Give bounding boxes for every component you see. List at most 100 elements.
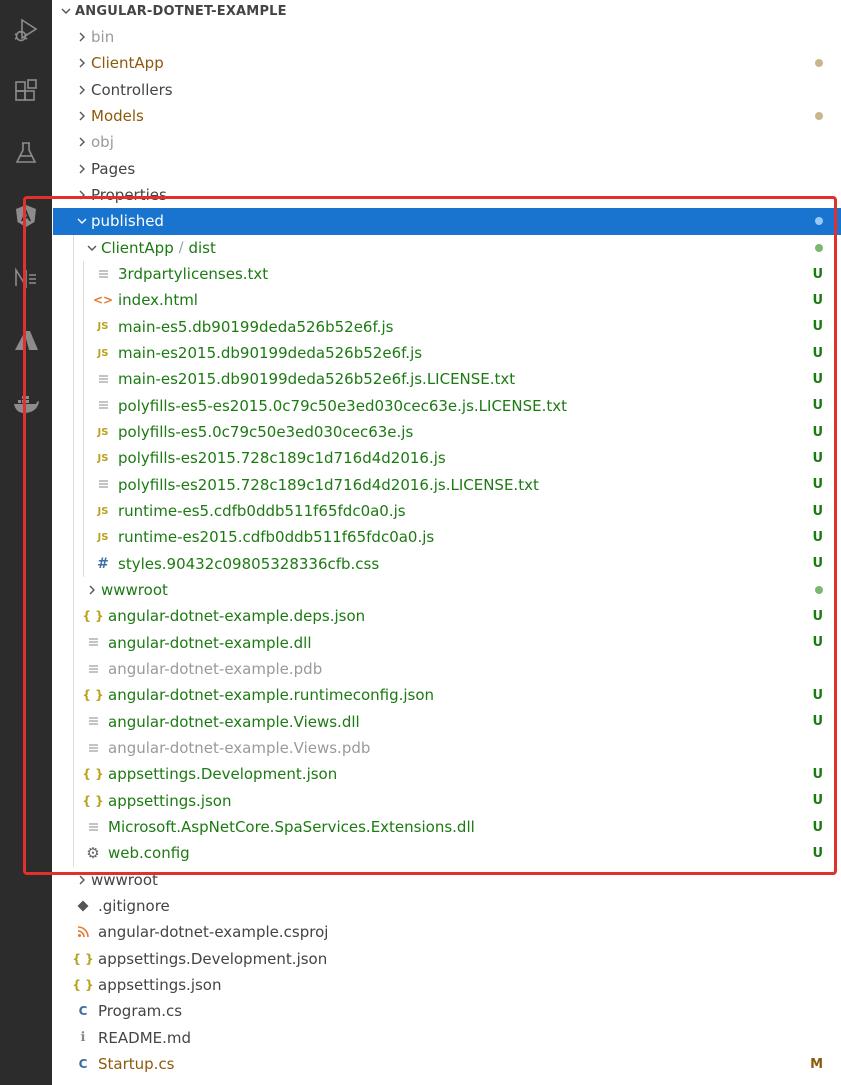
tree-item-label: polyfills-es2015.728c189c1d716d4d2016.js… (118, 475, 539, 494)
tree-item-label: index.html (118, 291, 198, 310)
tree-file-angular-dotnet-example-views-pdb[interactable]: angular-dotnet-example.Views.pdb (53, 735, 841, 761)
extensions-icon[interactable] (0, 72, 52, 112)
tree-file-angular-dotnet-example-pdb[interactable]: angular-dotnet-example.pdb (53, 656, 841, 682)
tree-file-program-cs[interactable]: C Program.cs (53, 998, 841, 1024)
tree-item-label: angular-dotnet-example.runtimeconfig.jso… (108, 686, 435, 705)
angular-icon[interactable] (0, 196, 52, 236)
tree-item-label: Models (91, 107, 144, 126)
tree-item-label: 3rdpartylicenses.txt (118, 265, 269, 284)
tree-file-angular-dotnet-example-views-dll[interactable]: angular-dotnet-example.Views.dll U (53, 709, 841, 735)
text-file-icon (85, 716, 101, 727)
text-file-icon (85, 637, 101, 648)
run-debug-icon[interactable] (0, 10, 52, 50)
tree-file-web-config[interactable]: ⚙ web.config U (53, 840, 841, 866)
tree-file-index-html[interactable]: <> index.html U (53, 287, 841, 313)
git-status-badge: U (812, 714, 823, 730)
text-file-icon (95, 269, 111, 280)
text-file-icon (85, 822, 101, 833)
azure-icon[interactable] (0, 321, 52, 361)
explorer-root-folder[interactable]: ANGULAR-DOTNET-EXAMPLE (53, 0, 841, 24)
tree-file-polyfills-es5-es2015-0c79c50e3ed030cec63e-js-license-txt[interactable]: polyfills-es5-es2015.0c79c50e3ed030cec63… (53, 393, 841, 419)
tree-file-main-es2015-db90199deda526b52e6f-js-license-txt[interactable]: main-es2015.db90199deda526b52e6f.js.LICE… (53, 366, 841, 392)
tree-item-label: appsettings.Development.json (98, 949, 328, 968)
tree-file-runtime-es2015-cdfb0ddb511f65fdc0a0-js[interactable]: JS runtime-es2015.cdfb0ddb511f65fdc0a0.js… (53, 524, 841, 550)
git-status-badge: U (812, 845, 823, 861)
tree-item-label: angular-dotnet-example.Views.dll (108, 712, 360, 731)
tree-file-microsoft-aspnetcore-spaservices-extensions-dll[interactable]: Microsoft.AspNetCore.SpaServices.Extensi… (53, 814, 841, 840)
tree-file-appsettings-json[interactable]: { } appsettings.json U (53, 788, 841, 814)
tree-item-label: appsettings.json (98, 976, 222, 995)
tree-item-label: polyfills-es2015.728c189c1d716d4d2016.js (118, 449, 446, 468)
tree-folder-clientapp[interactable]: ClientApp (53, 50, 841, 76)
tree-file-appsettings-development-json[interactable]: { } appsettings.Development.json (53, 946, 841, 972)
text-file-icon (95, 479, 111, 490)
tree-file-angular-dotnet-example-deps-json[interactable]: { } angular-dotnet-example.deps.json U (53, 603, 841, 629)
tree-file-3rdpartylicenses-txt[interactable]: 3rdpartylicenses.txt U (53, 261, 841, 287)
tree-file-angular-dotnet-example-dll[interactable]: angular-dotnet-example.dll U (53, 630, 841, 656)
tree-folder-published[interactable]: published (53, 208, 841, 235)
git-status-dot (815, 103, 823, 129)
tree-file-styles-90432c09805328336cfb-css[interactable]: # styles.90432c09805328336cfb.css U (53, 551, 841, 577)
tree-file-main-es5-db90199deda526b52e6f-js[interactable]: JS main-es5.db90199deda526b52e6f.js U (53, 314, 841, 340)
git-status-badge: U (812, 766, 823, 782)
tree-file-runtime-es5-cdfb0ddb511f65fdc0a0-js[interactable]: JS runtime-es5.cdfb0ddb511f65fdc0a0.js U (53, 498, 841, 524)
csharp-file-icon: C (78, 1057, 88, 1072)
chevron-right-icon (75, 163, 89, 175)
tree-file-startup-cs[interactable]: C Startup.cs M (53, 1051, 841, 1077)
activity-bar (0, 0, 52, 1085)
tree-folder-obj[interactable]: obj (53, 129, 841, 155)
tree-folder-wwwroot[interactable]: wwwroot (53, 577, 841, 603)
tree-folder-clientapp[interactable]: ClientApp / dist (53, 235, 841, 261)
git-status-badge: U (812, 687, 823, 703)
docker-icon[interactable] (0, 384, 52, 424)
tree-file-polyfills-es2015-728c189c1d716d4d2016-js-license-txt[interactable]: polyfills-es2015.728c189c1d716d4d2016.js… (53, 472, 841, 498)
tree-folder-wwwroot[interactable]: wwwroot (53, 867, 841, 893)
tree-file-polyfills-es5-0c79c50e3ed030cec63e-js[interactable]: JS polyfills-es5.0c79c50e3ed030cec63e.js U (53, 419, 841, 445)
css-file-icon: # (97, 555, 109, 572)
tree-file-main-es2015-db90199deda526b52e6f-js[interactable]: JS main-es2015.db90199deda526b52e6f.js U (53, 340, 841, 366)
git-status-badge: U (812, 793, 823, 809)
chevron-down-icon (85, 242, 99, 254)
tree-item-label: wwwroot (91, 870, 158, 889)
git-status-badge: U (812, 398, 823, 414)
git-status-badge: U (812, 635, 823, 651)
tree-file-readme-md[interactable]: ℹ README.md (53, 1025, 841, 1051)
nuget-icon[interactable] (0, 258, 52, 298)
tree-item-label: runtime-es2015.cdfb0ddb511f65fdc0a0.js (118, 528, 435, 547)
explorer-root-label: ANGULAR-DOTNET-EXAMPLE (75, 3, 287, 19)
tree-folder-bin[interactable]: bin (53, 24, 841, 50)
tree-file-polyfills-es2015-728c189c1d716d4d2016-js[interactable]: JS polyfills-es2015.728c189c1d716d4d2016.… (53, 445, 841, 471)
tree-file-angular-dotnet-example-runtimeconfig-json[interactable]: { } angular-dotnet-example.runtimeconfig.… (53, 682, 841, 708)
tree-file-angular-dotnet-example-csproj[interactable]: angular-dotnet-example.csproj (53, 919, 841, 945)
tree-folder-controllers[interactable]: Controllers (53, 77, 841, 103)
chevron-down-icon (59, 5, 73, 17)
tree-file-gitignore[interactable]: .gitignore (53, 893, 841, 919)
git-icon (75, 900, 91, 912)
tree-item-label: wwwroot (101, 581, 168, 600)
chevron-right-icon (75, 136, 89, 148)
tree-folder-pages[interactable]: Pages (53, 156, 841, 182)
tree-item-label: runtime-es5.cdfb0ddb511f65fdc0a0.js (118, 502, 406, 521)
tree-item-label: polyfills-es5.0c79c50e3ed030cec63e.js (118, 423, 414, 442)
git-status-badge: U (812, 529, 823, 545)
chevron-right-icon (75, 31, 89, 43)
git-status-badge: U (812, 319, 823, 335)
json-file-icon: { } (72, 951, 94, 966)
json-file-icon: { } (82, 793, 104, 808)
tree-item-label: published (91, 212, 164, 231)
tree-folder-models[interactable]: Models (53, 103, 841, 129)
git-status-dot (815, 50, 823, 76)
tree-item-label: angular-dotnet-example.csproj (98, 923, 329, 942)
tree-file-appsettings-development-json[interactable]: { } appsettings.Development.json U (53, 761, 841, 787)
tree-folder-properties[interactable]: Properties (53, 182, 841, 208)
tree-item-label: obj (91, 133, 114, 152)
git-status-badge: U (812, 371, 823, 387)
testing-icon[interactable] (0, 133, 52, 173)
tree-item-label: Controllers (91, 80, 173, 99)
tree-item-label-segment: dist (188, 238, 216, 257)
tree-file-appsettings-json[interactable]: { } appsettings.json (53, 972, 841, 998)
tree-item-label: main-es2015.db90199deda526b52e6f.js (118, 344, 423, 363)
git-status-dot (815, 235, 823, 261)
text-file-icon (95, 374, 111, 385)
javascript-file-icon: JS (97, 505, 109, 517)
